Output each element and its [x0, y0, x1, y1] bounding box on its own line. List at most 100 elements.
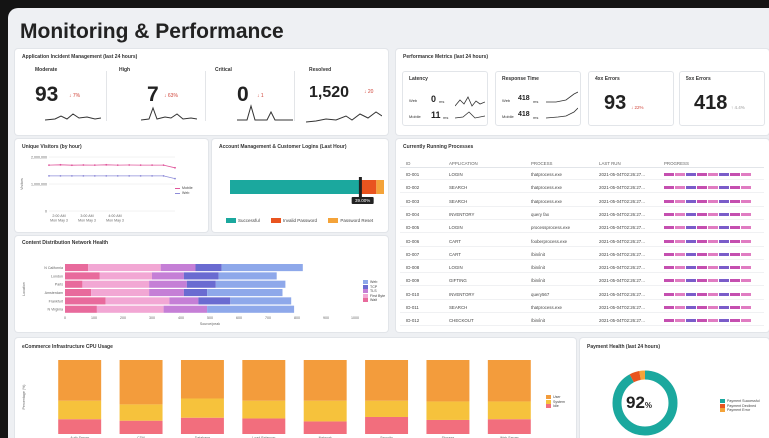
legend-item-wait: Wait	[363, 298, 385, 303]
data-point	[116, 164, 119, 166]
bar-segment	[426, 360, 470, 402]
bar-segment	[487, 360, 531, 402]
cell-application: SEARCH	[449, 198, 468, 204]
response-mobile-label: Mobile	[502, 114, 514, 119]
bar-segment	[183, 289, 208, 297]
progress-bar	[664, 199, 752, 204]
bar-segment	[303, 360, 347, 401]
cell-last-run: 2021-05-04T02:26:27...	[599, 318, 645, 324]
cpu-legend: User System Idle	[546, 395, 565, 409]
divider	[294, 71, 295, 121]
errors-5xx-tile[interactable]: 5xx Errors 418 ↑ 4.4%	[679, 71, 765, 126]
incident-panel: Application Incident Management (last 24…	[15, 49, 388, 135]
incident-tile-critical[interactable]: Critical 0 ↓ 1	[207, 62, 293, 128]
table-row[interactable]: ID-012 CHECKOUT/bin/init 2021-05-04T02:26:…	[400, 315, 764, 327]
progress-bar	[664, 252, 752, 257]
cell-last-run: 2021-05-04T02:26:27...	[599, 185, 645, 191]
x-tick-label: 0	[64, 316, 66, 320]
bar-segment	[119, 360, 163, 405]
table-row[interactable]: ID-009 GIFTING/bin/init 2021-05-04T02:26:2…	[400, 275, 764, 287]
y-tick-label: Frankfurt	[49, 299, 63, 303]
table-row[interactable]: ID-005 LOGIN processprocess.exe 2021-05-04T…	[400, 222, 764, 234]
incident-title: Application Incident Management (last 24…	[22, 54, 138, 60]
data-point	[128, 175, 131, 177]
data-point	[116, 175, 119, 177]
errors-4xx-tile[interactable]: 4xx Errors 93 ↓ 22%	[588, 71, 674, 126]
page-title: Monitoring & Performance	[20, 20, 284, 43]
cell-process: fooberprocess.exe	[531, 238, 568, 244]
payment-legend: Payment Successful Payment Declined Paym…	[720, 399, 760, 413]
bar-segment	[207, 305, 295, 313]
payment-value: 92%	[626, 393, 653, 412]
bar-segment-password-reset	[376, 180, 384, 194]
data-point	[139, 164, 142, 166]
bar-segment	[149, 289, 184, 297]
critical-sparkline	[237, 104, 293, 121]
bar-segment-invalid-password	[360, 180, 377, 194]
errors-4xx-value: 93	[604, 92, 627, 114]
y-tick-label: Amsterdam	[45, 291, 63, 295]
data-point	[93, 175, 96, 177]
bar-segment	[58, 360, 102, 401]
bar-segment	[160, 264, 196, 272]
col-application[interactable]: APPLICATION	[449, 161, 478, 166]
bar-segment	[88, 264, 161, 272]
bar-segment	[242, 418, 286, 434]
progress-bar	[664, 185, 752, 190]
legend-item-password-reset: Password Reset	[328, 218, 373, 224]
moderate-sparkline	[45, 113, 101, 121]
latency-label: Latency	[409, 76, 428, 82]
divider	[205, 71, 206, 121]
cpu-panel: eCommerce Infrastructure CPU Usage Auth …	[15, 338, 576, 438]
cell-application: INVENTORY	[449, 211, 475, 217]
incident-tile-resolved[interactable]: Resolved 1,520 ↓ 20	[296, 62, 382, 128]
bar-segment	[207, 289, 283, 297]
bar-segment-successful	[230, 180, 361, 194]
progress-bar	[664, 292, 752, 297]
response-time-tile[interactable]: Response Time Web 418 ms Mobile 418 ms	[495, 71, 581, 126]
table-row[interactable]: ID-002 SEARCH thatprocess.exe 2021-05-04T02…	[400, 182, 764, 194]
x-tick-label: 900	[323, 316, 329, 320]
bar-segment	[426, 419, 470, 434]
y-tick-label: London	[51, 274, 63, 278]
cell-last-run: 2021-05-04T02:26:27...	[599, 305, 645, 310]
x-axis-label: Source/peak	[200, 322, 220, 326]
response-web-label: Web	[502, 98, 511, 103]
col-progress[interactable]: PROGRESS	[664, 161, 689, 166]
response-web-value: 418	[518, 95, 530, 102]
logins-legend: Successful Invalid Password Password Res…	[226, 218, 373, 224]
latency-web-unit: ms	[439, 99, 445, 104]
progress-bar	[664, 239, 752, 244]
cell-process: thatprocess.exe	[531, 185, 562, 191]
tile-label: Resolved	[309, 67, 332, 73]
x-tick-label: 800	[294, 316, 300, 320]
table-row[interactable]: ID-008 LOGIN/bin/init 2021-05-04T02:26:27.…	[400, 262, 764, 274]
col-last-run[interactable]: LAST RUN	[599, 161, 621, 166]
table-row[interactable]: ID-004 INVENTORY query fax 2021-05-04T02:26…	[400, 209, 764, 220]
bar-segment	[96, 305, 164, 313]
col-process[interactable]: PROCESS	[531, 161, 552, 166]
latency-tile[interactable]: Latency Web 0 ms Mobile 11 ms	[402, 71, 488, 126]
legend-item-idle: Idle	[546, 404, 565, 409]
table-row[interactable]: ID-007 CART/bin/init 2021-05-04T02:26:27..…	[400, 249, 764, 260]
table-row[interactable]: ID-010 INVENTORY query567 2021-05-04T02:26:…	[400, 289, 764, 300]
payment-title: Payment Health (last 24 hours)	[587, 344, 661, 350]
table-row[interactable]: ID-011 SEARCH thatprocess.exe 2021-05-04T02…	[400, 302, 764, 313]
cdn-chart: N California London Paris Amsterdam Frankfur…	[22, 264, 359, 326]
cell-process: /bin/init	[531, 265, 545, 271]
bar-segment	[65, 264, 89, 272]
response-web-unit: ms	[533, 99, 539, 104]
processes-title: Currently Running Processes	[403, 144, 474, 150]
cell-last-run: 2021-05-04T02:26:27...	[599, 238, 645, 244]
y-tick-label: N Virginia	[47, 308, 63, 312]
progress-bar	[664, 225, 752, 230]
cpu-chart: Auth Server CDN Database Load Balancer Netwo…	[22, 360, 531, 438]
table-row[interactable]: ID-003 SEARCH thatprocess.exe 2021-05-04T02…	[400, 196, 764, 207]
x-tick-label: 700	[265, 316, 271, 320]
incident-tile-high[interactable]: High 7 ↓ 63%	[111, 62, 197, 128]
table-row[interactable]: ID-001 LOGIN thatprocess.exe 2021-05-04T02:…	[400, 169, 764, 180]
cell-process: /bin/init	[531, 318, 545, 324]
progress-bar	[664, 265, 752, 270]
col-id[interactable]: ID	[406, 161, 410, 166]
table-row[interactable]: ID-006 CART fooberprocess.exe 2021-05-04T02…	[400, 236, 764, 247]
